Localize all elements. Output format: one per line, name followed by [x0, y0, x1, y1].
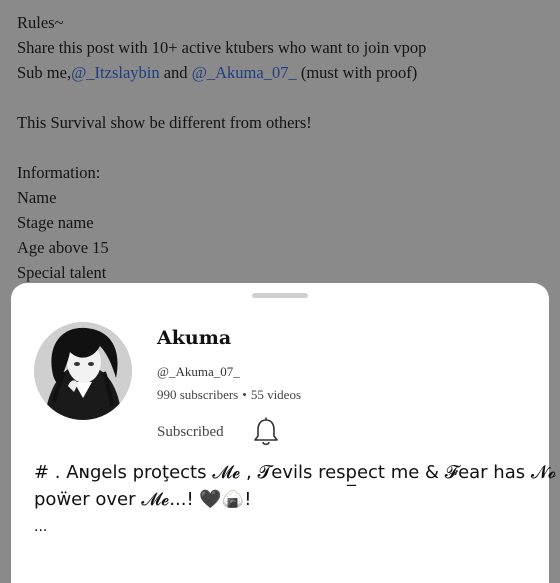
subscribed-button[interactable]: Subscribed — [157, 424, 224, 441]
sheet-drag-handle[interactable] — [252, 293, 308, 298]
subscriber-count: 990 subscribers — [157, 387, 239, 402]
description-line-1: # . Aɴgels proţects 𝓜𝓮 , 𝓣evils resp̲ect… — [34, 462, 557, 483]
and-word: and — [159, 63, 192, 82]
channel-bottom-sheet: Akuma @_Akuma_07_ 990 subscribers • 55 vid… — [11, 283, 557, 583]
channel-handle: @_Akuma_07_ — [157, 364, 240, 379]
post-line-sub: Sub me,@_Itzslaybin and @_Akuma_07_ (mus… — [17, 60, 547, 85]
description-line-2: poẅer over 𝓜𝓮...! 🖤🍙! — [34, 489, 252, 510]
post-line-share: Share this post with 10+ active ktubers … — [17, 38, 427, 57]
post-field-age: Age above 15 — [17, 238, 109, 257]
avatar-image — [34, 322, 132, 420]
channel-description: # . Aɴgels proţects 𝓜𝓮 , 𝓣evils resp̲ect… — [34, 459, 557, 537]
channel-name: Akuma — [157, 327, 232, 349]
post-field-talent: Special talent — [17, 263, 107, 282]
post-info-heading: Information: — [17, 163, 101, 182]
avatar[interactable] — [34, 322, 132, 420]
post-field-name: Name — [17, 188, 57, 207]
stats-separator: • — [242, 387, 247, 402]
video-count: 55 videos — [250, 387, 302, 402]
post-field-stage: Stage name — [17, 213, 94, 232]
mention-link-akuma[interactable]: @_Akuma_07_ — [192, 63, 297, 82]
description-more[interactable]: ... — [34, 517, 534, 537]
post-content: Rules~ Share this post with 10+ active k… — [17, 10, 547, 285]
sub-prefix: Sub me, — [17, 63, 72, 82]
bell-icon[interactable] — [253, 417, 279, 447]
mention-link-itzslaybin[interactable]: @_Itzslaybin — [71, 63, 160, 82]
channel-stats: 990 subscribers • 55 videos — [157, 387, 301, 403]
post-line-survival: This Survival show be different from oth… — [17, 113, 312, 132]
sub-suffix: (must with proof) — [296, 63, 418, 82]
post-title: Rules~ — [17, 13, 64, 32]
